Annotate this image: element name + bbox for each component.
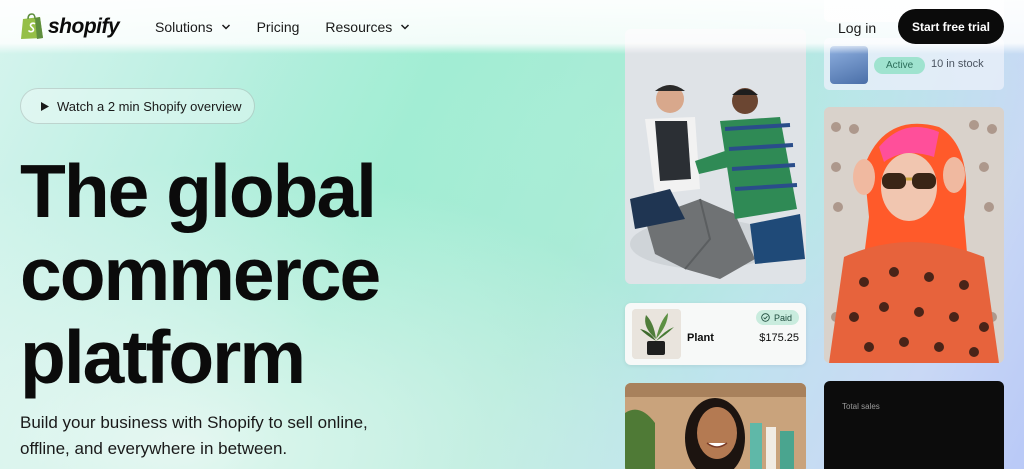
headline-line-1: The global xyxy=(20,149,377,233)
order-card: Paid Plant $175.25 xyxy=(625,303,806,365)
nav-pricing[interactable]: Pricing xyxy=(257,19,300,35)
watch-overview-label: Watch a 2 min Shopify overview xyxy=(57,98,242,114)
start-free-trial-button[interactable]: Start free trial xyxy=(898,9,1004,44)
nav-solutions[interactable]: Solutions xyxy=(155,19,231,35)
active-status-badge: Active xyxy=(874,57,926,74)
shopify-logo[interactable]: shopify xyxy=(20,13,120,40)
sunglasses-woman-illustration xyxy=(824,107,1004,363)
nav-resources[interactable]: Resources xyxy=(325,19,410,35)
photo-sunglasses-woman xyxy=(824,107,1004,363)
main-menu: Solutions Pricing Resources xyxy=(155,19,410,35)
stock-count: 10 in stock xyxy=(931,58,984,70)
total-sales-label: Total sales xyxy=(842,402,880,411)
photo-tailors xyxy=(625,29,806,284)
hero-headline: The global commerce platform xyxy=(20,150,580,399)
tailors-illustration xyxy=(625,29,806,284)
chevron-down-icon xyxy=(401,24,410,30)
headline-line-2: commerce xyxy=(20,232,381,316)
nav-pricing-label: Pricing xyxy=(256,19,300,35)
play-icon xyxy=(41,101,49,111)
brand-wordmark: shopify xyxy=(48,14,120,38)
paid-label: Paid xyxy=(773,312,792,323)
headline-line-3: platform xyxy=(20,315,306,399)
smiling-woman-illustration xyxy=(625,383,806,469)
top-navigation: shopify Solutions Pricing Resources Log … xyxy=(0,0,1024,54)
paid-status-badge: Paid xyxy=(755,310,799,325)
photo-smiling-woman xyxy=(625,383,806,469)
login-link[interactable]: Log in xyxy=(838,20,876,36)
plant-thumbnail xyxy=(632,309,681,359)
shopify-bag-icon xyxy=(21,13,43,39)
nav-solutions-label: Solutions xyxy=(155,19,213,35)
hero-subtitle: Build your business with Shopify to sell… xyxy=(20,413,368,458)
product-name: Plant xyxy=(687,332,714,344)
watch-overview-button[interactable]: Watch a 2 min Shopify overview xyxy=(20,88,255,124)
plant-icon xyxy=(632,309,681,359)
chevron-down-icon xyxy=(221,24,230,30)
check-circle-icon xyxy=(761,313,770,322)
total-sales-card: Total sales xyxy=(824,381,1004,469)
product-price: $175.25 xyxy=(759,332,799,344)
nav-resources-label: Resources xyxy=(325,19,393,35)
